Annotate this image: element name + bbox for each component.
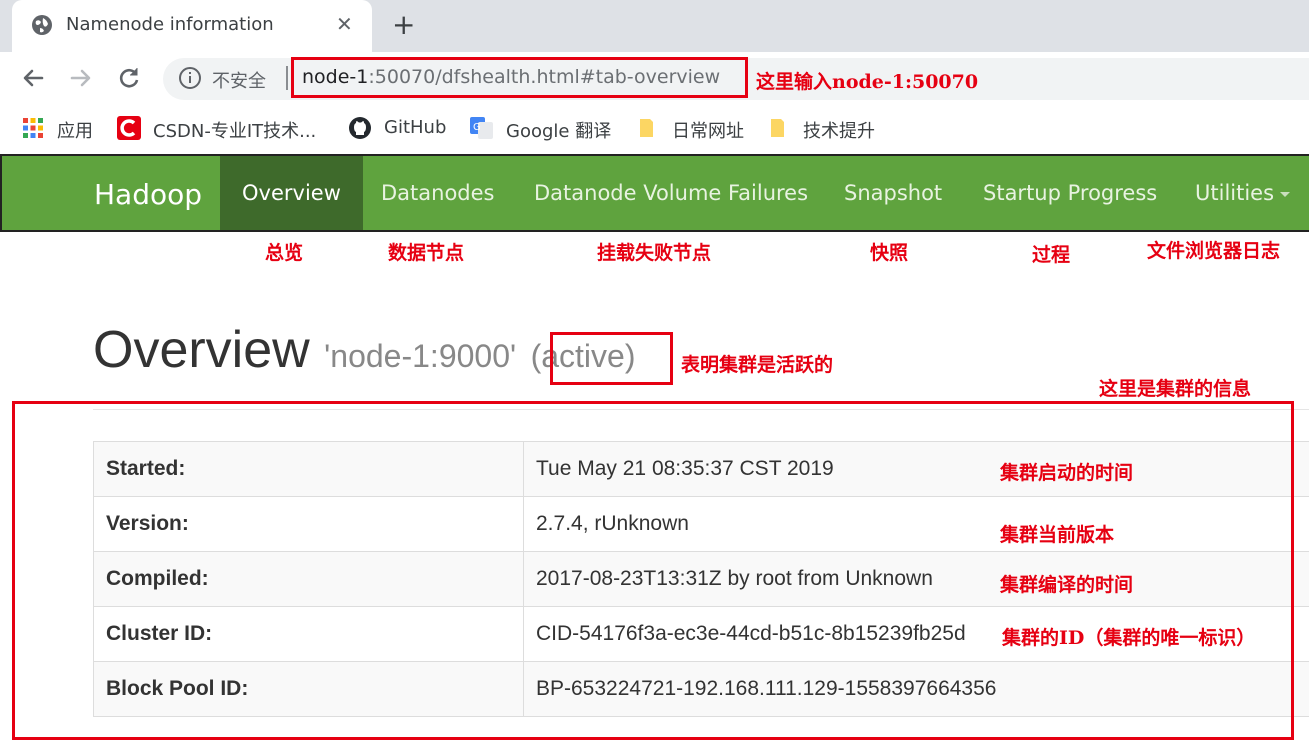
info-icon[interactable] <box>178 66 202 90</box>
back-arrow-icon[interactable] <box>19 65 47 93</box>
svg-text:G: G <box>473 122 481 133</box>
google-translate-icon: G <box>470 117 493 139</box>
annotation-snapshot: 快照 <box>870 242 909 264</box>
annotation-cluster-id: 集群的ID（集群的唯一标识） <box>1002 627 1256 649</box>
globe-icon <box>32 15 52 35</box>
folder-icon <box>640 119 653 137</box>
annotation-overview: 总览 <box>265 242 304 264</box>
bookmark-label: 应用 <box>57 121 93 142</box>
new-tab-button[interactable]: + <box>392 8 415 42</box>
browser-toolbar: 不安全 node-1:50070/dfshealth.html#tab-over… <box>0 52 1309 106</box>
tab-title: Namenode information <box>66 14 274 35</box>
folder-icon <box>771 119 784 137</box>
tab-utilities-label: Utilities <box>1195 181 1275 205</box>
tab-overview[interactable]: Overview <box>220 156 363 230</box>
tab-utilities[interactable]: Utilities <box>1173 156 1291 230</box>
namenode-address: 'node-1:9000' <box>324 338 517 374</box>
annotation-compiled: 集群编译的时间 <box>1000 574 1134 596</box>
hadoop-brand[interactable]: Hadoop <box>94 178 202 211</box>
github-logo-icon <box>349 117 371 139</box>
reload-icon[interactable] <box>115 65 143 93</box>
close-tab-icon[interactable]: ✕ <box>336 12 353 36</box>
not-secure-label: 不安全 <box>212 71 266 92</box>
browser-tab[interactable]: Namenode information ✕ <box>12 0 372 52</box>
annotation-datanodes: 数据节点 <box>388 242 465 264</box>
bookmarks-bar: 应用 CSDN-专业IT技术... GitHub G Google 翻译 日常网… <box>0 106 1309 150</box>
tab-datanode-volume-failures[interactable]: Datanode Volume Failures <box>512 156 830 230</box>
bookmark-label: GitHub <box>384 117 447 138</box>
forward-arrow-icon[interactable] <box>67 65 95 93</box>
tab-datanodes[interactable]: Datanodes <box>359 156 517 230</box>
apps-grid-icon <box>23 118 43 138</box>
bookmark-label: CSDN-专业IT技术... <box>153 121 317 142</box>
url-annotation: 这里输入node-1:50070 <box>756 71 979 93</box>
tab-strip: Namenode information ✕ + <box>0 0 1309 52</box>
active-highlight-box <box>550 332 673 385</box>
csdn-logo-icon <box>117 116 141 140</box>
tab-snapshot[interactable]: Snapshot <box>822 156 964 230</box>
bookmark-label: Google 翻译 <box>506 121 612 142</box>
annotation-volume-failures: 挂载失败节点 <box>597 242 712 264</box>
annotation-utilities: 文件浏览器日志 <box>1147 240 1281 262</box>
hadoop-navbar: Hadoop Overview Datanodes Datanode Volum… <box>0 154 1309 232</box>
annotation-info: 这里是集群的信息 <box>1099 378 1252 400</box>
bookmark-label: 技术提升 <box>803 121 875 142</box>
annotation-started: 集群启动的时间 <box>1000 462 1134 484</box>
page-title-text: Overview <box>93 321 310 379</box>
tab-startup-progress[interactable]: Startup Progress <box>961 156 1179 230</box>
caret-down-icon <box>1280 191 1291 197</box>
annotation-active: 表明集群是活跃的 <box>681 354 834 376</box>
address-divider <box>286 66 288 90</box>
bookmark-label: 日常网址 <box>672 121 744 142</box>
annotation-startup: 过程 <box>1032 244 1071 266</box>
annotation-version: 集群当前版本 <box>1000 524 1115 546</box>
url-highlight-box <box>291 57 748 98</box>
